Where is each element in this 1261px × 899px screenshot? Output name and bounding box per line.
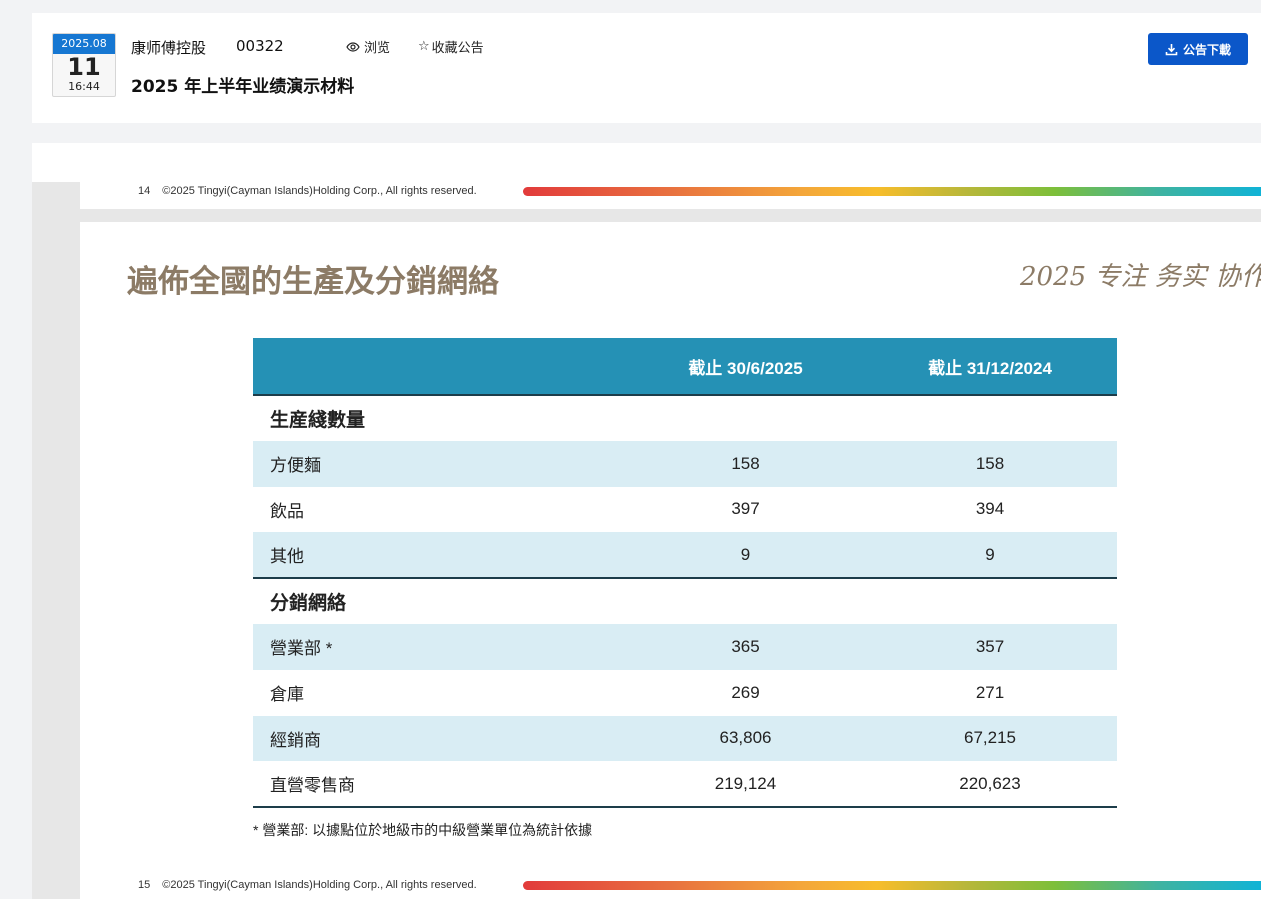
slide-slogan: 2025 专注 务实 协作 [1020,262,1261,292]
row-value [628,578,863,624]
download-icon [1165,43,1178,55]
row-label: 生産綫數量 [270,409,366,431]
row-value: 219,124 [628,761,863,809]
eye-icon [346,41,360,52]
row-value: 9 [863,532,1117,580]
announcement-header: 2025.08 11 16:44 康师傅控股 00322 浏览 ☆ 收藏公告 2… [32,13,1261,123]
row-value: 271 [975,682,1005,702]
views-label: 浏览 [364,41,391,56]
table-row: 方便麵 158 158 [253,440,1117,487]
slide-title: 遍佈全國的生產及分銷網絡 [127,264,499,300]
table-row: 經銷商 63,806 67,215 [253,715,1117,762]
star-icon: ☆ [418,39,430,54]
table-row: 倉庫 269 271 [253,670,1117,716]
footer-color-bar [523,881,1261,890]
row-value: 63,806 [628,715,863,762]
column-header [253,338,628,396]
table-section-row: 分銷網絡 [253,578,1117,624]
page-footer: 14 ©2025 Tingyi(Cayman Islands)Holding Co… [138,185,477,197]
row-value [628,395,863,441]
footer-color-bar [523,187,1261,196]
table-row: 營業部 * 365 357 [253,623,1117,670]
page-footer: 15 ©2025 Tingyi(Cayman Islands)Holding Co… [138,879,477,891]
row-value: 365 [628,623,863,670]
row-label: 飲品 [270,501,304,521]
table-footnote: * 營業部: 以據點位於地級市的中級營業單位為統計依據 [253,822,593,838]
row-label: 其他 [253,532,628,580]
document-viewer[interactable]: 14 ©2025 Tingyi(Cayman Islands)Holding Co… [32,143,1261,899]
network-table: 截止 30/6/2025 截止 31/12/2024 生産綫數量 方便麵 158… [253,338,1117,809]
row-label: 分銷網絡 [270,593,347,615]
slide-page: 遍佈全國的生產及分銷網絡 2025 专注 务实 协作 截止 30/6/2025 … [80,222,1261,899]
table-row: 其他 9 9 [253,532,1117,580]
row-value: 394 [975,499,1005,519]
row-label: 倉庫 [270,685,304,705]
company-name[interactable]: 康师傅控股 [131,37,206,58]
row-value: 158 [628,440,863,487]
row-value: 220,623 [863,761,1117,809]
row-value: 67,215 [863,715,1117,762]
download-label: 公告下載 [1182,42,1231,57]
table-header-row: 截止 30/6/2025 截止 31/12/2024 [253,338,1117,396]
page-number: 15 [138,879,151,891]
date-day: 11 [67,53,101,81]
row-value [863,395,1117,441]
row-label: 營業部 * [253,623,628,670]
row-value [863,578,1117,624]
table-row: 飲品 397 394 [253,487,1117,533]
row-label: 經銷商 [253,715,628,762]
row-value: 357 [863,623,1117,670]
views-indicator: 浏览 [346,37,390,56]
column-header: 截止 31/12/2024 [863,338,1117,396]
date-badge: 2025.08 11 16:44 [52,33,116,97]
document-title: 2025 年上半年业绩演示材料 [131,77,355,97]
stock-code: 00322 [236,37,284,55]
page-number: 14 [138,185,151,197]
favorite-button[interactable]: ☆ 收藏公告 [418,37,484,56]
previous-page: 14 ©2025 Tingyi(Cayman Islands)Holding Co… [80,182,1261,209]
date-time: 16:44 [68,80,100,93]
copyright-text: ©2025 Tingyi(Cayman Islands)Holding Corp… [162,185,477,197]
row-value: 269 [731,682,760,702]
copyright-text: ©2025 Tingyi(Cayman Islands)Holding Corp… [162,879,477,891]
row-value: 397 [731,499,760,519]
row-value: 9 [628,532,863,580]
table-row: 直營零售商 219,124 220,623 [253,761,1117,809]
table-section-row: 生産綫數量 [253,395,1117,441]
date-year-month: 2025.08 [53,34,115,54]
column-header: 截止 30/6/2025 [628,338,863,396]
row-label: 方便麵 [253,440,628,487]
download-button[interactable]: 公告下載 [1148,33,1248,65]
favorite-label: 收藏公告 [431,41,484,56]
row-label: 直營零售商 [253,761,628,809]
row-value: 158 [863,440,1117,487]
